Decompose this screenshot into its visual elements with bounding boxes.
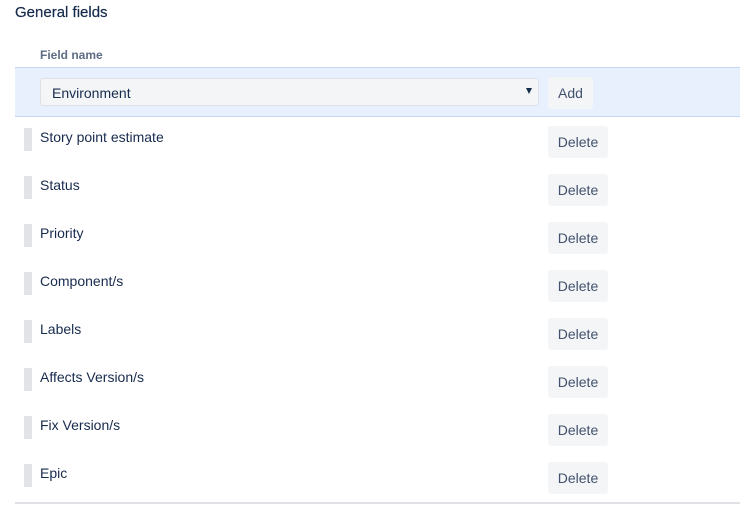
delete-button[interactable]: Delete [548,126,608,158]
caret-down-icon [526,88,532,94]
drag-handle-icon[interactable] [24,272,32,295]
delete-button[interactable]: Delete [548,318,608,350]
drag-handle-icon[interactable] [24,416,32,439]
section-title: General fields [15,4,108,21]
field-label: Fix Version/s [40,417,121,433]
delete-button[interactable]: Delete [548,174,608,206]
field-label: Component/s [40,273,124,289]
drag-handle-icon[interactable] [24,128,32,151]
field-row: Priority Delete [15,214,740,262]
delete-button[interactable]: Delete [548,366,608,398]
drag-handle-icon[interactable] [24,464,32,487]
column-header-field-name: Field name [40,48,103,62]
field-label: Priority [40,225,84,241]
drag-handle-icon[interactable] [24,176,32,199]
field-label: Epic [40,465,68,481]
delete-button[interactable]: Delete [548,222,608,254]
delete-button[interactable]: Delete [548,414,608,446]
field-list: Story point estimate Delete Status Delet… [15,118,740,502]
field-label: Story point estimate [40,129,164,145]
field-label: Status [40,177,80,193]
field-label: Labels [40,321,82,337]
field-select[interactable]: Environment [40,78,539,106]
drag-handle-icon[interactable] [24,320,32,343]
add-button[interactable]: Add [548,77,593,109]
field-row: Epic Delete [15,454,740,502]
field-row: Labels Delete [15,310,740,358]
drag-handle-icon[interactable] [24,368,32,391]
field-row: Story point estimate Delete [15,118,740,166]
field-row: Fix Version/s Delete [15,406,740,454]
field-label: Affects Version/s [40,369,145,385]
field-select-value: Environment [52,85,131,101]
delete-button[interactable]: Delete [548,270,608,302]
field-row: Status Delete [15,166,740,214]
delete-button[interactable]: Delete [548,462,608,494]
field-row: Component/s Delete [15,262,740,310]
field-row: Affects Version/s Delete [15,358,740,406]
add-field-row: Environment Add [15,67,740,117]
table-bottom-divider [15,502,740,504]
drag-handle-icon[interactable] [24,224,32,247]
